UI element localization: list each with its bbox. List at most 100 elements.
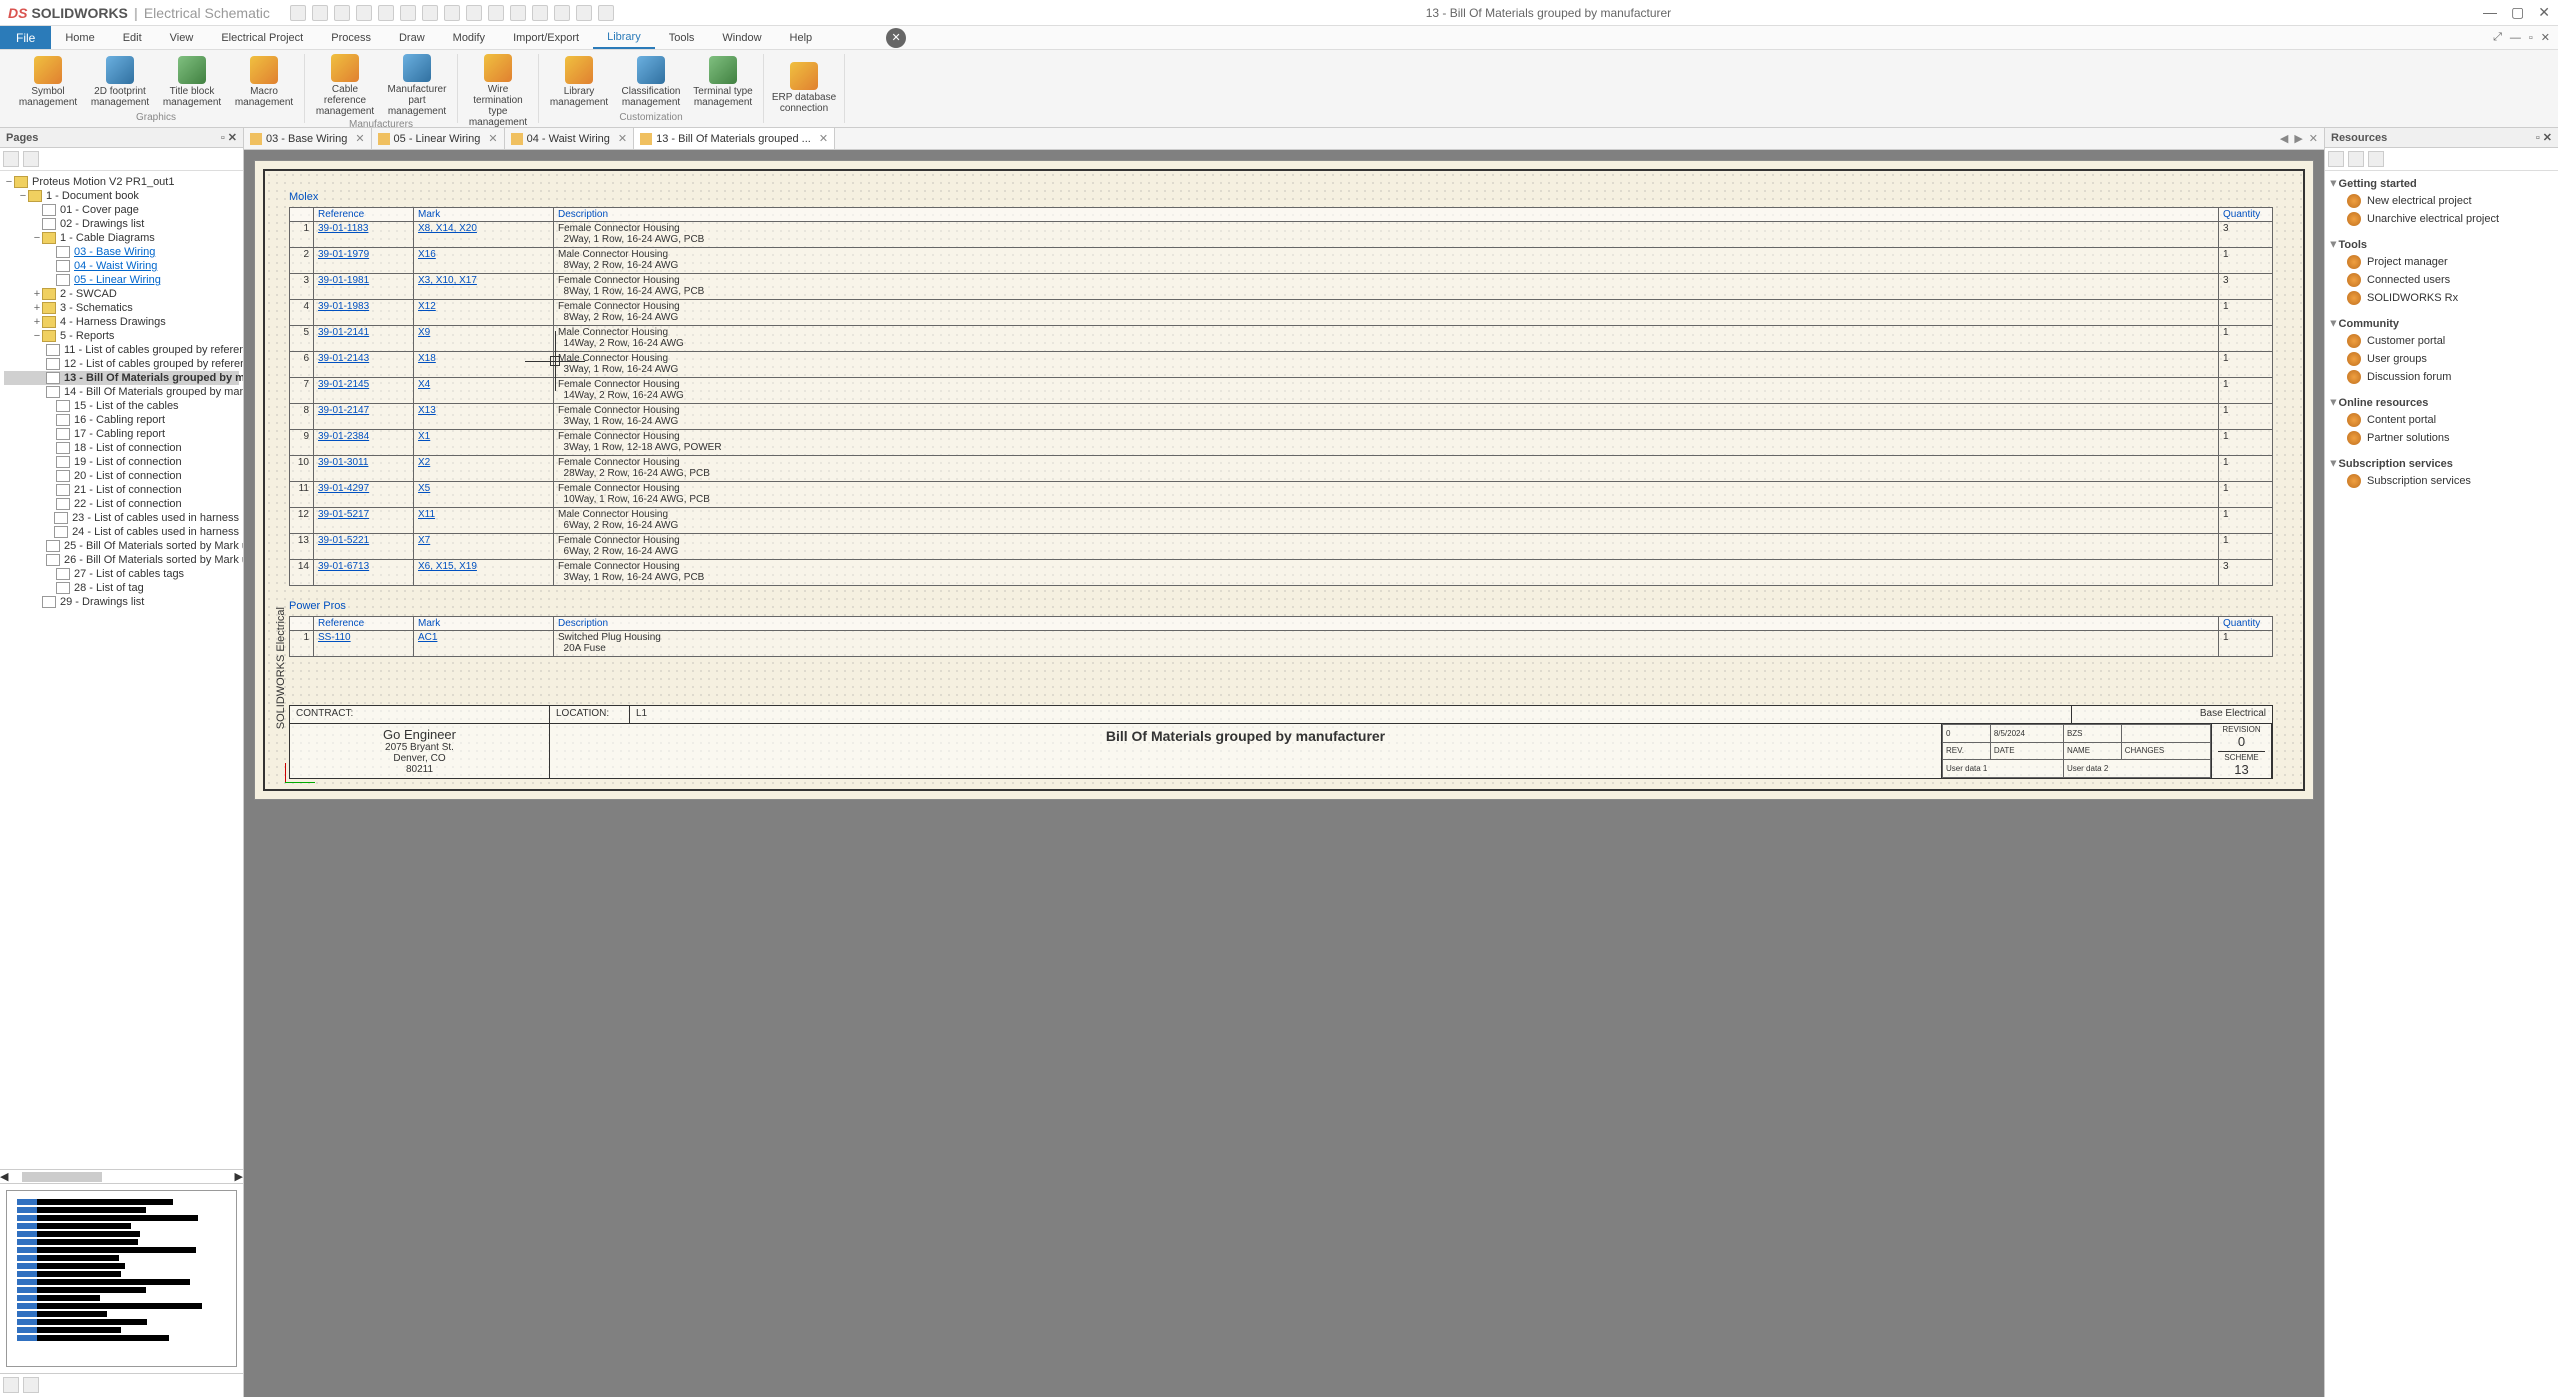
bom-ref-link[interactable]: 39-01-6713 bbox=[318, 561, 369, 572]
tab-close-icon[interactable]: ✕ bbox=[488, 132, 497, 145]
bom-mark-link[interactable]: X3, X10, X17 bbox=[418, 275, 477, 286]
tree-node[interactable]: 27 - List of cables tags bbox=[4, 567, 239, 581]
ribbon-collapse-icon[interactable]: ⤢ bbox=[2493, 31, 2502, 44]
bom-mark-link[interactable]: X8, X14, X20 bbox=[418, 223, 477, 234]
bom-mark-link[interactable]: AC1 bbox=[418, 632, 437, 643]
qat-btn[interactable] bbox=[488, 5, 504, 21]
tree-expand-icon[interactable] bbox=[3, 151, 19, 167]
close-bubble-button[interactable]: ✕ bbox=[886, 28, 906, 48]
resource-link[interactable]: Unarchive electrical project bbox=[2331, 210, 2552, 228]
menu-item[interactable]: Edit bbox=[109, 26, 156, 49]
tree-node[interactable]: 25 - Bill Of Materials sorted by Mark us… bbox=[4, 539, 239, 553]
tree-node[interactable]: 18 - List of connection bbox=[4, 441, 239, 455]
resource-link[interactable]: SOLIDWORKS Rx bbox=[2331, 289, 2552, 307]
ribbon-button[interactable]: Wire termination type management bbox=[464, 54, 532, 128]
bom-mark-link[interactable]: X7 bbox=[418, 535, 430, 546]
qat-btn[interactable] bbox=[598, 5, 614, 21]
ribbon-button[interactable]: Manufacturer part management bbox=[383, 54, 451, 117]
bom-mark-link[interactable]: X6, X15, X19 bbox=[418, 561, 477, 572]
tree-node[interactable]: −5 - Reports bbox=[4, 329, 239, 343]
qat-btn[interactable] bbox=[378, 5, 394, 21]
tool-icon[interactable] bbox=[3, 1377, 19, 1393]
mdi-minimize-icon[interactable]: — bbox=[2510, 32, 2521, 44]
tab-close-icon[interactable]: ✕ bbox=[819, 132, 828, 145]
qat-btn[interactable] bbox=[290, 5, 306, 21]
tree-collapse-icon[interactable] bbox=[23, 151, 39, 167]
bom-ref-link[interactable]: 39-01-1981 bbox=[318, 275, 369, 286]
tree-node[interactable]: +2 - SWCAD bbox=[4, 287, 239, 301]
tab-close-icon[interactable]: ✕ bbox=[355, 132, 364, 145]
resource-link[interactable]: New electrical project bbox=[2331, 192, 2552, 210]
ribbon-button[interactable]: Classification management bbox=[617, 54, 685, 110]
tree-node[interactable]: 23 - List of cables used in harness bbox=[4, 511, 239, 525]
menu-item[interactable]: View bbox=[156, 26, 208, 49]
list-icon[interactable] bbox=[2348, 151, 2364, 167]
tree-node[interactable]: 29 - Drawings list bbox=[4, 595, 239, 609]
bom-ref-link[interactable]: SS-110 bbox=[318, 632, 351, 643]
document-tab[interactable]: 13 - Bill Of Materials grouped ...✕ bbox=[634, 128, 835, 149]
ribbon-button[interactable]: Title block management bbox=[158, 54, 226, 110]
tab-prev-icon[interactable]: ◀ bbox=[2280, 132, 2288, 145]
ribbon-button[interactable]: Library management bbox=[545, 54, 613, 110]
globe-icon[interactable] bbox=[2368, 151, 2384, 167]
tree-node[interactable]: +4 - Harness Drawings bbox=[4, 315, 239, 329]
tree-node[interactable]: 04 - Waist Wiring bbox=[4, 259, 239, 273]
tree-root[interactable]: −Proteus Motion V2 PR1_out1 bbox=[4, 175, 239, 189]
tree-node[interactable]: 13 - Bill Of Materials grouped by ma bbox=[4, 371, 239, 385]
bom-mark-link[interactable]: X16 bbox=[418, 249, 436, 260]
bom-ref-link[interactable]: 39-01-1983 bbox=[318, 301, 369, 312]
mdi-close-icon[interactable]: ✕ bbox=[2541, 31, 2550, 44]
pages-tree[interactable]: −Proteus Motion V2 PR1_out1 −1 - Documen… bbox=[0, 171, 243, 1169]
bom-mark-link[interactable]: X11 bbox=[418, 509, 435, 520]
resource-link[interactable]: Discussion forum bbox=[2331, 368, 2552, 386]
tree-node[interactable]: 11 - List of cables grouped by reference bbox=[4, 343, 239, 357]
menu-item[interactable]: Library bbox=[593, 26, 655, 49]
qat-btn[interactable] bbox=[576, 5, 592, 21]
tree-node[interactable]: +3 - Schematics bbox=[4, 301, 239, 315]
bom-mark-link[interactable]: X13 bbox=[418, 405, 436, 416]
resource-link[interactable]: User groups bbox=[2331, 350, 2552, 368]
resource-section-header[interactable]: Getting started bbox=[2331, 175, 2552, 192]
tree-node[interactable]: 03 - Base Wiring bbox=[4, 245, 239, 259]
menu-item[interactable]: Modify bbox=[439, 26, 499, 49]
panel-close-icon[interactable]: ✕ bbox=[228, 132, 237, 144]
qat-btn[interactable] bbox=[532, 5, 548, 21]
document-tab[interactable]: 04 - Waist Wiring✕ bbox=[505, 128, 635, 149]
tab-close-all-icon[interactable]: ✕ bbox=[2309, 132, 2318, 145]
tree-node[interactable]: 16 - Cabling report bbox=[4, 413, 239, 427]
refresh-icon[interactable] bbox=[23, 1377, 39, 1393]
resource-link[interactable]: Partner solutions bbox=[2331, 429, 2552, 447]
menu-item[interactable]: Home bbox=[51, 26, 108, 49]
qat-btn[interactable] bbox=[510, 5, 526, 21]
tab-close-icon[interactable]: ✕ bbox=[618, 132, 627, 145]
ribbon-button[interactable]: Macro management bbox=[230, 54, 298, 110]
bom-mark-link[interactable]: X18 bbox=[418, 353, 436, 364]
menu-item[interactable]: Draw bbox=[385, 26, 439, 49]
tree-hscroll[interactable]: ◀▶ bbox=[0, 1169, 243, 1183]
resource-section-header[interactable]: Community bbox=[2331, 315, 2552, 332]
qat-btn[interactable] bbox=[422, 5, 438, 21]
menu-item[interactable]: Window bbox=[708, 26, 775, 49]
menu-item[interactable]: Help bbox=[776, 26, 827, 49]
bom-ref-link[interactable]: 39-01-1979 bbox=[318, 249, 369, 260]
home-icon[interactable] bbox=[2328, 151, 2344, 167]
tree-node[interactable]: 26 - Bill Of Materials sorted by Mark us… bbox=[4, 553, 239, 567]
bom-ref-link[interactable]: 39-01-5217 bbox=[318, 509, 369, 520]
tree-node[interactable]: 20 - List of connection bbox=[4, 469, 239, 483]
close-icon[interactable]: ✕ bbox=[2538, 4, 2550, 21]
ribbon-button[interactable]: Symbol management bbox=[14, 54, 82, 110]
bom-ref-link[interactable]: 39-01-2145 bbox=[318, 379, 369, 390]
tree-node[interactable]: 02 - Drawings list bbox=[4, 217, 239, 231]
bom-mark-link[interactable]: X5 bbox=[418, 483, 430, 494]
drawing-canvas[interactable]: SOLIDWORKS Electrical Molex Reference Ma… bbox=[244, 150, 2324, 1397]
qat-btn[interactable] bbox=[356, 5, 372, 21]
qat-btn[interactable] bbox=[554, 5, 570, 21]
resource-section-header[interactable]: Subscription services bbox=[2331, 455, 2552, 472]
tree-node[interactable]: 19 - List of connection bbox=[4, 455, 239, 469]
qat-btn[interactable] bbox=[444, 5, 460, 21]
document-tab[interactable]: 05 - Linear Wiring✕ bbox=[372, 128, 505, 149]
bom-ref-link[interactable]: 39-01-4297 bbox=[318, 483, 369, 494]
ribbon-button[interactable]: ERP database connection bbox=[770, 54, 838, 121]
bom-ref-link[interactable]: 39-01-1183 bbox=[318, 223, 368, 234]
resource-link[interactable]: Content portal bbox=[2331, 411, 2552, 429]
